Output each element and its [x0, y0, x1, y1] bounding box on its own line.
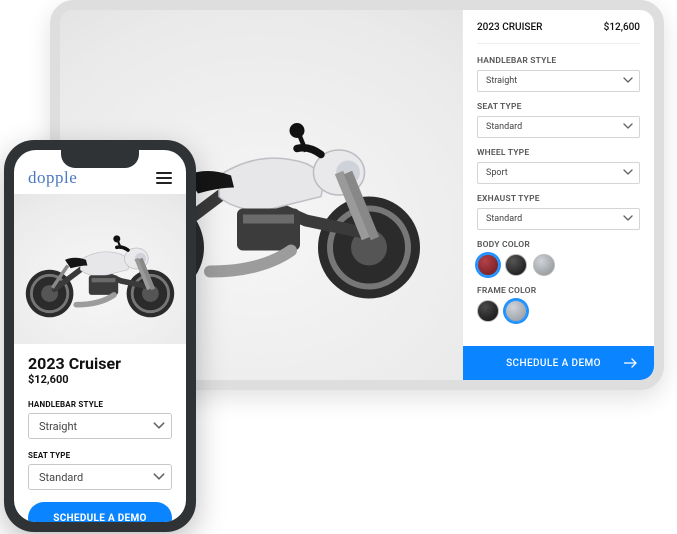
- chevron-down-icon: [153, 422, 161, 430]
- menu-icon[interactable]: [156, 169, 172, 187]
- handlebar-value: Straight: [486, 76, 517, 86]
- wheel-label: WHEEL TYPE: [477, 148, 640, 158]
- product-price: $12,600: [604, 22, 640, 33]
- mobile-body: 2023 Cruiser $12,600 HANDLEBAR STYLE Str…: [14, 344, 186, 490]
- handlebar-value: Straight: [39, 420, 77, 433]
- frame-color-label: FRAME COLOR: [477, 286, 640, 296]
- seat-select[interactable]: Standard: [477, 116, 640, 138]
- chevron-down-icon: [623, 215, 631, 223]
- phone-mockup: dopple 2023 Cruiser $12,600 HANDLEBAR ST…: [4, 140, 196, 532]
- chevron-down-icon: [623, 169, 631, 177]
- product-3d-viewer-mobile[interactable]: [14, 194, 186, 344]
- seat-label: SEAT TYPE: [28, 451, 172, 460]
- wheel-value: Sport: [486, 168, 508, 178]
- frame-color-swatch[interactable]: [477, 300, 499, 322]
- phone-screen: dopple 2023 Cruiser $12,600 HANDLEBAR ST…: [14, 150, 186, 522]
- chevron-down-icon: [623, 123, 631, 131]
- schedule-demo-button[interactable]: SCHEDULE A DEMO: [463, 346, 654, 380]
- handlebar-select[interactable]: Straight: [28, 413, 172, 439]
- body-color-swatch[interactable]: [477, 254, 499, 276]
- seat-select[interactable]: Standard: [28, 464, 172, 490]
- phone-notch: [61, 150, 139, 168]
- body-color-swatches: [477, 254, 640, 276]
- chevron-down-icon: [623, 77, 631, 85]
- chevron-down-icon: [153, 473, 161, 481]
- arrow-right-icon: [624, 358, 638, 368]
- product-price: $12,600: [28, 373, 172, 386]
- brand-logo: dopple: [28, 168, 77, 188]
- handlebar-select[interactable]: Straight: [477, 70, 640, 92]
- seat-label: SEAT TYPE: [477, 102, 640, 112]
- exhaust-label: EXHAUST TYPE: [477, 194, 640, 204]
- configurator-panel: 2023 CRUISER $12,600 HANDLEBAR STYLE Str…: [462, 10, 654, 380]
- product-name: 2023 Cruiser: [28, 354, 172, 373]
- handlebar-label: HANDLEBAR STYLE: [477, 56, 640, 66]
- exhaust-value: Standard: [486, 214, 522, 224]
- body-color-label: BODY COLOR: [477, 240, 640, 250]
- cta-label: SCHEDULE A DEMO: [506, 358, 601, 369]
- product-header: 2023 CRUISER $12,600: [477, 22, 640, 44]
- handlebar-label: HANDLEBAR STYLE: [28, 400, 172, 409]
- wheel-select[interactable]: Sport: [477, 162, 640, 184]
- seat-value: Standard: [39, 471, 83, 484]
- frame-color-swatches: [477, 300, 640, 322]
- body-color-swatch[interactable]: [505, 254, 527, 276]
- frame-color-swatch[interactable]: [505, 300, 527, 322]
- cta-label: SCHEDULE A DEMO: [53, 513, 146, 523]
- motorcycle-render: [16, 209, 184, 329]
- schedule-demo-button[interactable]: SCHEDULE A DEMO: [28, 502, 172, 522]
- product-name: 2023 CRUISER: [477, 22, 542, 33]
- body-color-swatch[interactable]: [533, 254, 555, 276]
- seat-value: Standard: [486, 122, 522, 132]
- exhaust-select[interactable]: Standard: [477, 208, 640, 230]
